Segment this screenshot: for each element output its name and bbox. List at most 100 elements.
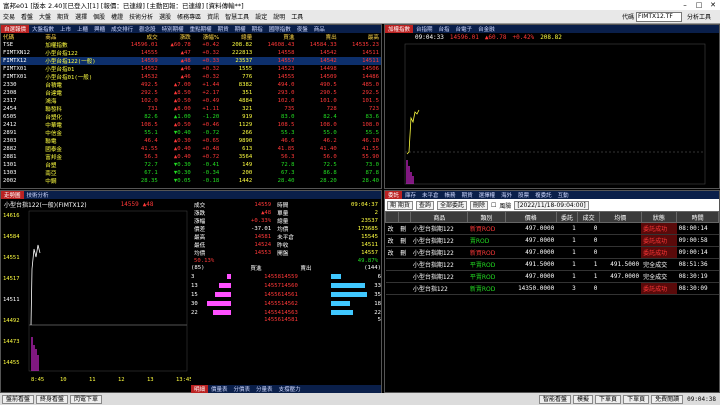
- quote-row[interactable]: 1303 南亞 67.1 ▼0.30 -0.34 200 67.3 86.8 87.8: [1, 169, 381, 177]
- symbol-input[interactable]: [635, 11, 682, 22]
- menu-item[interactable]: 權證: [108, 12, 126, 21]
- quote-tab[interactable]: 自選報價: [1, 25, 30, 33]
- quote-row[interactable]: FIMTX12 小型台指122(一般) 14559 ▲48 +0.33 23537 1455…: [1, 57, 381, 65]
- index-tab[interactable]: 台電子: [453, 25, 476, 33]
- order-row[interactable]: 小型台指122 新賣ROD 14350.0000 3 0 委託成功 08:30:09: [385, 282, 719, 295]
- orders-tab[interactable]: 期貨: [459, 191, 476, 199]
- index-tab[interactable]: 台指: [436, 25, 453, 33]
- orders-column-header[interactable]: 均價: [598, 211, 642, 223]
- menu-item[interactable]: 大盤: [36, 12, 54, 21]
- quote-tab[interactable]: 興櫃: [91, 25, 108, 33]
- modify-button[interactable]: 改: [385, 234, 399, 247]
- status-right-button[interactable]: 下單頁: [595, 394, 622, 404]
- quote-row[interactable]: 2002 中鋼 28.35 ▼0.05 -0.18 1442 28.40 28.20 28.40: [1, 177, 381, 185]
- quote-column-header[interactable]: 總量: [221, 33, 254, 41]
- orders-column-header[interactable]: 成交: [577, 211, 600, 223]
- risk-checkbox[interactable]: ☐: [491, 202, 496, 209]
- orders-tab[interactable]: 互動: [555, 191, 572, 199]
- status-right-button[interactable]: 智能看盤: [539, 394, 572, 404]
- orders-tab[interactable]: 庫存: [402, 191, 419, 199]
- index-tab[interactable]: 台指期: [413, 25, 436, 33]
- orders-column-header[interactable]: 價格: [504, 211, 557, 223]
- quote-column-header[interactable]: 買進: [254, 33, 296, 41]
- quote-tab[interactable]: 重點期權: [187, 25, 215, 33]
- tick-bottom-tab[interactable]: 價量表: [208, 385, 231, 393]
- orders-tab[interactable]: 海外: [498, 191, 515, 199]
- cancel-button[interactable]: 刪: [398, 234, 411, 247]
- cancel-button[interactable]: 刪: [398, 222, 411, 235]
- quote-row[interactable]: 2303 聯電 46.4 ▲0.30 +0.65 9890 46.6 46.2 46.10: [1, 137, 381, 145]
- orders-tab[interactable]: 未平倉: [419, 191, 442, 199]
- quote-tab[interactable]: 上櫃: [74, 25, 91, 33]
- order-row[interactable]: 小型台指期122 平賣ROD 491.5000 1 1 491.5000 完全成交 08:51…: [385, 258, 719, 271]
- status-left-button[interactable]: 盤前看盤: [2, 394, 35, 404]
- menu-item[interactable]: 帳務專區: [174, 12, 204, 21]
- menu-item[interactable]: 期貨: [54, 12, 72, 21]
- delete-button[interactable]: 刪除: [469, 200, 488, 210]
- quote-column-header[interactable]: 代碼: [1, 33, 43, 41]
- menu-item[interactable]: 資訊: [204, 12, 222, 21]
- menu-item[interactable]: 技術分析: [126, 12, 156, 21]
- quote-tab[interactable]: 夜盤: [294, 25, 311, 33]
- orders-tab[interactable]: 委託: [385, 191, 403, 199]
- orders-tab[interactable]: 股票: [515, 191, 532, 199]
- quote-tab[interactable]: 上市: [57, 25, 74, 33]
- quote-row[interactable]: 2881 富邦金 56.3 ▲0.40 +0.72 3564 56.3 56.0 55.90: [1, 153, 381, 161]
- order-row[interactable]: 改刪小型台指期122 新買ROD 497.0000 1 0 委託成功 08:00:14: [385, 222, 719, 235]
- maximize-icon[interactable]: □: [692, 1, 706, 9]
- quote-tab[interactable]: 期指: [249, 25, 266, 33]
- order-row[interactable]: 小型台指期122 平賣ROD 497.0000 1 1 497.0000 完全成交 08:30…: [385, 270, 719, 283]
- quote-row[interactable]: 6505 台塑化 82.6 ▲1.00 -1.20 919 83.0 82.4 83.6: [1, 113, 381, 121]
- index-tab[interactable]: 加權指數: [385, 25, 414, 33]
- quote-row[interactable]: 2308 台達電 292.5 ▲8.50 +2.17 351 293.0 290.5 292.5: [1, 89, 381, 97]
- quote-column-header[interactable]: 賣出: [296, 33, 338, 41]
- quote-row[interactable]: 1301 台塑 72.7 ▼0.30 -0.41 149 72.8 72.5 73.0: [1, 161, 381, 169]
- menu-item[interactable]: 個股: [90, 12, 108, 21]
- status-right-button[interactable]: 下單頁: [623, 394, 650, 404]
- menu-item[interactable]: 設定: [252, 12, 270, 21]
- tick-bottom-tab[interactable]: 分量表: [253, 385, 276, 393]
- orders-column-header[interactable]: 委託: [555, 211, 579, 223]
- menu-item[interactable]: 交易: [0, 12, 18, 21]
- menu-item[interactable]: 選擇: [72, 12, 90, 21]
- minimize-icon[interactable]: –: [678, 1, 692, 9]
- orders-column-header[interactable]: [397, 211, 412, 223]
- filter-select[interactable]: 全部委託: [436, 200, 467, 210]
- quote-row[interactable]: 2317 鴻海 102.0 ▲0.50 +0.49 4884 102.0 101.0 101.5: [1, 97, 381, 105]
- menu-item[interactable]: 看盤: [18, 12, 36, 21]
- tick-bottom-tab[interactable]: 支撐壓力: [276, 385, 304, 393]
- orders-column-header[interactable]: 類別: [467, 211, 506, 223]
- order-row[interactable]: 改刪小型台指期122 新買ROD 497.0000 1 0 委託成功 09:00:14: [385, 246, 719, 259]
- orders-column-header[interactable]: 時間: [676, 211, 719, 223]
- menu-item[interactable]: 智慧工具: [222, 12, 252, 21]
- quote-tab[interactable]: 期貨: [215, 25, 232, 33]
- query-button[interactable]: 查詢: [415, 200, 434, 210]
- status-right-button[interactable]: 免費閱讀: [651, 394, 684, 404]
- tick-bottom-tab[interactable]: 明細: [191, 385, 209, 393]
- orders-tab[interactable]: 選擇權: [476, 191, 499, 199]
- order-row[interactable]: 改刪小型台指期122 賣ROD 497.0000 1 0 委託成功 09:00:58: [385, 234, 719, 247]
- tick-tab[interactable]: 走勢圖: [1, 191, 24, 199]
- quote-tab[interactable]: 商品: [311, 25, 328, 33]
- status-right-button[interactable]: 模擬: [573, 394, 594, 404]
- tick-bottom-tab[interactable]: 分價表: [231, 385, 254, 393]
- menu-item[interactable]: 選股: [156, 12, 174, 21]
- modify-button[interactable]: 改: [385, 246, 399, 259]
- quote-row[interactable]: FIMTXN12 小型台指122 14555 ▲47 +0.32 222813 14558 1…: [1, 49, 381, 57]
- quote-row[interactable]: TSE 加權指數 14596.01 ▲60.78 +0.42 208.82 14608.43…: [1, 41, 381, 49]
- analysis-tools-button[interactable]: 分析工具: [684, 12, 714, 21]
- menu-item[interactable]: 工具: [288, 12, 306, 21]
- quote-row[interactable]: FIMTX01 小型台指01(一般) 14532 ▲46 +0.32 776 14555 14…: [1, 73, 381, 81]
- quote-tab[interactable]: 國際指數: [266, 25, 294, 33]
- menu-item[interactable]: 說明: [270, 12, 288, 21]
- quote-tab[interactable]: 成交排行: [108, 25, 136, 33]
- quote-row[interactable]: 2330 台積電 492.5 ▲7.00 +1.44 8382 494.0 490.5 485.…: [1, 81, 381, 89]
- orders-column-header[interactable]: 狀態: [640, 211, 678, 223]
- quote-tab[interactable]: 期權: [232, 25, 249, 33]
- quote-column-header[interactable]: 漲幅%: [193, 33, 221, 41]
- index-tab[interactable]: 台金融: [475, 25, 498, 33]
- quote-row[interactable]: 2412 中華電 108.5 ▲0.50 +0.46 1129 108.5 108.0 108.…: [1, 121, 381, 129]
- status-left-button[interactable]: 閃電下單: [70, 394, 103, 404]
- date-range[interactable]: [2022/11/18-09:04:00]: [514, 200, 589, 210]
- quote-column-header[interactable]: 成交: [117, 33, 159, 41]
